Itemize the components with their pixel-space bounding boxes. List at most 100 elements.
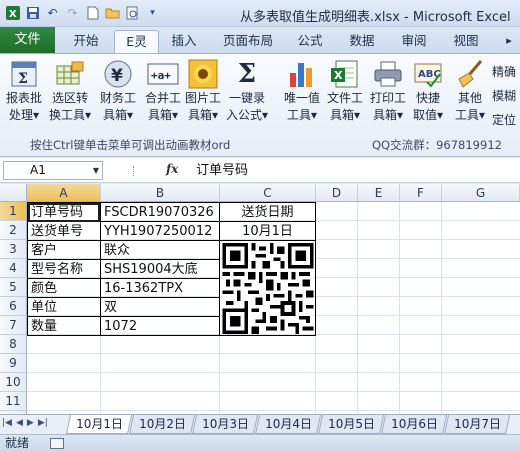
precise-button[interactable]: 精确 [492,60,520,84]
cell-c1[interactable]: 送货日期 [220,203,315,222]
sheet-tab-oct-7[interactable]: 10月7日 [443,415,511,434]
precise-fuzzy-locate-group[interactable]: 精确 模糊 定位 [492,60,520,132]
last-sheet-icon[interactable]: ▶| [38,418,48,428]
sheet-tab-oct-5[interactable]: 10月5日 [317,415,385,434]
cell-a3[interactable]: 客户 [28,241,100,260]
sheet-tab-oct-3[interactable]: 10月3日 [191,415,259,434]
fuzzy-button[interactable]: 模糊 [492,84,520,108]
macro-record-icon[interactable] [50,438,64,449]
picture-toolbox-button[interactable]: 图片工 具箱▾ [180,58,226,132]
row-header-3[interactable]: 3 [0,240,27,259]
splitter-handle[interactable] [133,166,135,176]
other-tools-button[interactable]: 其他 工具▾ [447,58,493,132]
selection-convert-button[interactable]: 选区转 换工具▾ [47,58,93,132]
qq-group-text: QQ交流群：967819912 [372,138,502,152]
svg-text:Σ: Σ [18,71,28,87]
ribbon-footer: 按住Ctrl键单击菜单可调出动画教材ord QQ交流群：967819912 [0,134,520,156]
undo-icon[interactable]: ↶ [44,4,61,21]
finance-toolbox-button[interactable]: ¥ 财务工 具箱▾ [95,58,141,132]
cell-b5[interactable]: 16-1362TPX [101,279,219,298]
cell-a2[interactable]: 送货单号 [28,222,100,241]
row-header-7[interactable]: 7 [0,316,27,335]
tab-home[interactable]: 开始 [64,30,108,53]
table-convert-icon [54,58,86,90]
tab-data[interactable]: 数据 [342,30,382,53]
column-header-a[interactable]: A [27,184,101,202]
next-sheet-icon[interactable]: ▶ [27,418,34,428]
select-all-corner[interactable] [0,184,27,202]
cell-b7[interactable]: 1072 [101,317,219,336]
prev-sheet-icon[interactable]: ◀ [16,418,23,428]
excel-logo-icon[interactable]: X [4,4,21,21]
printer-icon [372,58,404,90]
new-file-icon[interactable] [84,4,101,21]
sheet-nav-buttons: |◀ ◀ ▶ ▶| [2,418,48,428]
formula-input[interactable]: 订单号码 [196,161,248,180]
tab-insert[interactable]: 插入 [164,30,204,53]
sheet-tab-oct-1[interactable]: 10月1日 [65,415,133,434]
cell-a5[interactable]: 颜色 [28,279,100,298]
cell-b2[interactable]: YYH1907250012 [101,222,219,241]
row-header-5[interactable]: 5 [0,278,27,297]
redo-icon[interactable]: ↷ [64,4,81,21]
cell-a4[interactable]: 型号名称 [28,260,100,279]
row-header-2[interactable]: 2 [0,221,27,240]
cell-a6[interactable]: 单位 [28,298,100,317]
report-batch-button[interactable]: Σ 报表批 处理▾ [1,58,47,132]
row-header-11[interactable]: 11 [0,392,27,411]
tab-eling[interactable]: E灵 [114,30,159,53]
row-header-10[interactable]: 10 [0,373,27,392]
tab-overflow-icon[interactable]: ▸ [498,30,520,53]
column-header-b[interactable]: B [101,184,220,202]
cell-a1[interactable]: 订单号码 [28,203,100,222]
save-icon[interactable] [24,4,41,21]
sheet-tab-oct-6[interactable]: 10月6日 [380,415,448,434]
cell-b3[interactable]: 联众 [101,241,219,260]
column-header-e[interactable]: E [358,184,400,202]
chevron-down-icon[interactable]: ▼ [93,162,99,179]
column-header-c[interactable]: C [220,184,316,202]
abc-check-icon: ABC [412,58,444,90]
file-toolbox-button[interactable]: X 文件工 具箱▾ [322,58,368,132]
row-header-1[interactable]: 1 [0,202,27,221]
column-header-f[interactable]: F [400,184,442,202]
sigma-icon: Σ [237,59,257,89]
sheet-tab-oct-4[interactable]: 10月4日 [254,415,322,434]
column-header-g[interactable]: G [442,184,520,202]
sigma-sheet-icon: Σ [8,58,40,90]
name-box[interactable]: A1 ▼ [3,161,103,180]
customize-dropdown-icon[interactable]: ▾ [144,4,161,21]
ribbon-tabs: 文件 开始 E灵 插入 页面布局 公式 数据 审阅 视图 ▸ [0,27,520,53]
locate-button[interactable]: 定位 [492,108,520,132]
status-bar: 就绪 [0,434,520,452]
open-folder-icon[interactable] [104,4,121,21]
first-sheet-icon[interactable]: |◀ [2,418,12,428]
tab-formulas[interactable]: 公式 [290,30,330,53]
row-header-9[interactable]: 9 [0,354,27,373]
tab-file[interactable]: 文件 [0,27,55,53]
cell-b1[interactable]: FSCDR19070326 [101,203,219,222]
insert-function-icon[interactable]: fx [166,162,178,176]
row-header-6[interactable]: 6 [0,297,27,316]
qr-code-icon[interactable] [222,243,314,334]
cell-b6[interactable]: 双 [101,298,219,317]
quick-get-value-button[interactable]: ABC 快捷 取值▾ [405,58,451,132]
cell-a7[interactable]: 数量 [28,317,100,336]
svg-text:+a+: +a+ [151,69,171,82]
column-header-d[interactable]: D [316,184,358,202]
excel-file-icon: X [329,58,361,90]
row-header-8[interactable]: 8 [0,335,27,354]
print-preview-icon[interactable] [124,4,141,21]
bar-chart-icon [286,58,318,90]
one-click-formula-button[interactable]: Σ 一键录 入公式▾ [224,58,270,132]
tab-view[interactable]: 视图 [446,30,486,53]
cell-b4[interactable]: SHS19004大底 [101,260,219,279]
cell-c2[interactable]: 10月1日 [220,222,315,241]
sunflower-icon [187,58,219,90]
unique-value-tool-button[interactable]: 唯一值 工具▾ [279,58,325,132]
sheet-tab-oct-2[interactable]: 10月2日 [128,415,196,434]
tab-review[interactable]: 审阅 [394,30,434,53]
broom-icon [454,58,486,90]
row-header-4[interactable]: 4 [0,259,27,278]
tab-page-layout[interactable]: 页面布局 [218,30,278,53]
